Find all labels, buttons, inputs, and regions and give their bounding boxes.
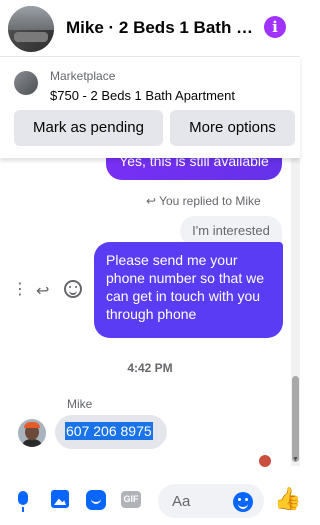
listing-thumbnail[interactable] [14,71,38,95]
scrollbar-thumb[interactable] [292,376,299,462]
photo-icon[interactable] [51,490,69,508]
listing-avatar[interactable] [8,6,54,52]
like-icon[interactable]: 👍 [274,488,301,510]
seen-by-avatar [258,454,272,468]
incoming-message[interactable]: 607 206 8975 [55,415,167,449]
avatar-photo-wall [8,6,54,30]
gif-icon[interactable]: GIF [121,491,141,508]
more-actions-icon[interactable]: ⋮ [12,282,28,298]
info-icon[interactable]: i [264,16,286,38]
sender-name: Mike [67,397,93,411]
chat-header: Mike · 2 Beds 1 Bath … i [0,0,300,56]
replied-indicator: ↩ You replied to Mike [146,194,261,208]
selected-phone-number[interactable]: 607 206 8975 [65,422,153,440]
reply-icon[interactable]: ↩ [36,281,49,301]
listing-title[interactable]: $750 - 2 Beds 1 Bath Apartment [50,88,235,103]
mark-as-pending-button[interactable]: Mark as pending [14,110,163,146]
marketplace-card: Marketplace $750 - 2 Beds 1 Bath Apartme… [0,56,300,158]
microphone-icon[interactable] [18,491,28,512]
reply-arrow-icon: ↩ [146,194,157,208]
scroll-down-arrow-icon[interactable]: ▼ [292,456,299,463]
more-options-button[interactable]: More options [170,110,295,146]
react-emoji-icon[interactable] [64,280,82,298]
marketplace-label: Marketplace [50,69,116,83]
conversation-title[interactable]: Mike · 2 Beds 1 Bath … [66,18,253,38]
outgoing-message[interactable]: Please send me your phone number so that… [94,242,283,338]
message-timestamp: 4:42 PM [127,361,173,375]
avatar-shirt [21,439,43,447]
replied-label-text: You replied to Mike [159,194,261,208]
message-input-placeholder: Aa [172,493,191,510]
avatar-photo-sofa [14,32,48,42]
sender-avatar[interactable] [18,419,46,447]
sticker-icon[interactable] [86,490,106,510]
avatar-cap [24,422,40,428]
emoji-icon[interactable] [233,492,253,512]
message-composer: GIF Aa 👍 [0,478,301,525]
